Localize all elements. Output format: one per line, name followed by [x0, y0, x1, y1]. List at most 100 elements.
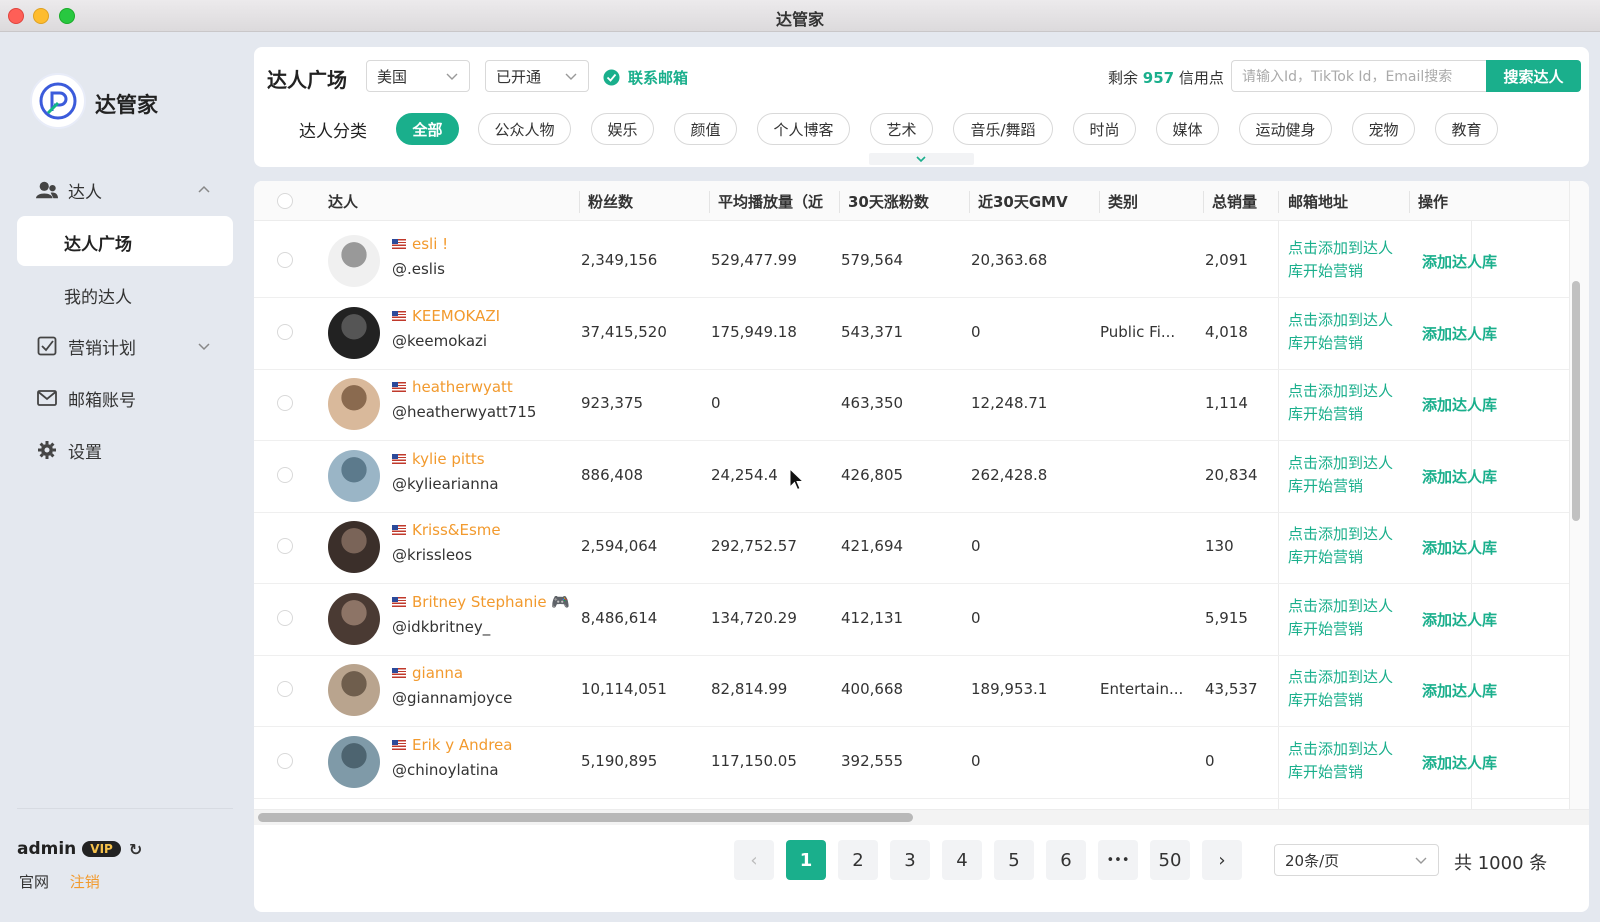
influencer-nickname[interactable]: kylie pitts: [392, 450, 485, 468]
nav-group-marketing[interactable]: 营销计划: [36, 332, 136, 360]
row-select-radio[interactable]: [277, 466, 293, 483]
official-site-link[interactable]: 官网: [19, 873, 49, 891]
add-to-library-button[interactable]: 添加达人库: [1422, 752, 1497, 773]
avatar[interactable]: [328, 235, 380, 287]
add-to-library-email-link[interactable]: 点击添加到达人库开始营销: [1288, 523, 1398, 569]
influencer-nickname[interactable]: esli !: [392, 235, 448, 253]
contact-email-checkbox[interactable]: 联系邮箱: [603, 67, 688, 88]
sidebar-item-my-influencers[interactable]: 我的达人: [64, 283, 132, 308]
nav-group-influencer[interactable]: 达人: [36, 176, 102, 204]
search-button[interactable]: 搜索达人: [1486, 60, 1581, 92]
search-input[interactable]: 请输入Id，TikTok Id，Email搜索: [1231, 60, 1486, 92]
us-flag-icon: [392, 596, 406, 607]
avatar[interactable]: [328, 306, 380, 359]
add-to-library-button[interactable]: 添加达人库: [1422, 251, 1497, 272]
col-influencer[interactable]: 达人: [328, 191, 358, 212]
category-all[interactable]: 全部: [396, 113, 459, 145]
page-ellipsis-button[interactable]: •••: [1098, 840, 1138, 880]
col-avg-views[interactable]: 平均播放量（近: [718, 191, 828, 212]
add-to-library-button[interactable]: 添加达人库: [1422, 466, 1497, 487]
add-to-library-email-link[interactable]: 点击添加到达人库开始营销: [1288, 237, 1398, 283]
gmv-cell: 0: [971, 608, 981, 627]
add-to-library-email-link[interactable]: 点击添加到达人库开始营销: [1288, 452, 1398, 498]
logout-link[interactable]: 注销: [70, 873, 100, 891]
avg-views-cell: 529,477.99: [711, 251, 797, 269]
next-page-button[interactable]: ›: [1202, 840, 1242, 880]
table-row: Erik y Andrea @chinoylatina 5,190,895 11…: [254, 726, 1569, 799]
col-30d-growth[interactable]: 30天涨粉数: [848, 191, 929, 212]
category-art[interactable]: 艺术: [870, 113, 933, 145]
category-education[interactable]: 教育: [1435, 113, 1498, 145]
avatar[interactable]: [328, 449, 380, 502]
page-button[interactable]: 6: [1046, 840, 1086, 880]
horizontal-scrollbar[interactable]: [258, 813, 913, 822]
col-followers[interactable]: 粉丝数: [588, 191, 633, 212]
sidebar-divider: [17, 808, 233, 809]
add-to-library-button[interactable]: 添加达人库: [1422, 394, 1497, 415]
influencer-nickname[interactable]: Britney Stephanie 🎮: [392, 593, 570, 611]
add-to-library-email-link[interactable]: 点击添加到达人库开始营销: [1288, 666, 1398, 712]
add-to-library-email-link[interactable]: 点击添加到达人库开始营销: [1288, 309, 1398, 355]
category-music-dance[interactable]: 音乐/舞蹈: [953, 113, 1053, 145]
category-pets[interactable]: 宠物: [1352, 113, 1415, 145]
select-all-radio[interactable]: [277, 193, 293, 209]
avatar[interactable]: [328, 664, 380, 716]
row-select-radio[interactable]: [277, 681, 293, 697]
avatar[interactable]: [328, 735, 380, 788]
category-blog[interactable]: 个人博客: [757, 113, 850, 145]
refresh-icon[interactable]: ↻: [129, 840, 142, 859]
status-select[interactable]: 已开通: [485, 60, 589, 92]
page-button[interactable]: 1: [786, 840, 826, 880]
row-select-radio[interactable]: [277, 538, 293, 554]
vertical-scrollbar[interactable]: [1572, 281, 1580, 521]
chevron-down-icon[interactable]: [196, 338, 212, 354]
add-to-library-button[interactable]: 添加达人库: [1422, 609, 1497, 630]
add-to-library-button[interactable]: 添加达人库: [1422, 680, 1497, 701]
prev-page-button[interactable]: ‹: [734, 840, 774, 880]
add-to-library-email-link[interactable]: 点击添加到达人库开始营销: [1288, 380, 1398, 426]
add-to-library-button[interactable]: 添加达人库: [1422, 323, 1497, 344]
col-30d-gmv[interactable]: 近30天GMV: [978, 191, 1068, 212]
influencer-nickname[interactable]: gianna: [392, 664, 463, 682]
avatar[interactable]: [328, 592, 380, 645]
window-titlebar: 达管家: [0, 0, 1600, 32]
category-public-figure[interactable]: 公众人物: [478, 113, 571, 145]
col-category[interactable]: 类别: [1108, 191, 1138, 212]
avatar[interactable]: [328, 521, 380, 573]
page-size-select[interactable]: 20条/页: [1274, 844, 1439, 876]
sidebar-item-plaza[interactable]: 达人广场: [64, 230, 132, 255]
expand-categories-toggle[interactable]: [869, 153, 974, 165]
category-fitness[interactable]: 运动健身: [1239, 113, 1332, 145]
nav-mail-accounts[interactable]: 邮箱账号: [36, 384, 136, 412]
page-button[interactable]: 3: [890, 840, 930, 880]
category-looks[interactable]: 颜值: [674, 113, 737, 145]
row-select-radio[interactable]: [277, 609, 293, 626]
nickname-text: esli !: [412, 235, 449, 253]
page-button[interactable]: 5: [994, 840, 1034, 880]
chevron-up-icon[interactable]: [196, 182, 212, 198]
influencer-nickname[interactable]: Erik y Andrea: [392, 736, 512, 754]
category-fashion[interactable]: 时尚: [1073, 113, 1136, 145]
category-media[interactable]: 媒体: [1156, 113, 1219, 145]
col-actions[interactable]: 操作: [1418, 191, 1448, 212]
page-button[interactable]: 2: [838, 840, 878, 880]
nav-settings[interactable]: 设置: [36, 436, 102, 464]
row-select-radio[interactable]: [277, 323, 293, 340]
avatar[interactable]: [328, 378, 380, 430]
influencer-nickname[interactable]: heatherwyatt: [392, 378, 513, 396]
row-select-radio[interactable]: [277, 395, 293, 411]
row-select-radio[interactable]: [277, 752, 293, 769]
col-total-sales[interactable]: 总销量: [1212, 191, 1257, 212]
col-email[interactable]: 邮箱地址: [1288, 191, 1348, 212]
category-entertainment[interactable]: 娱乐: [591, 113, 654, 145]
page-button[interactable]: 4: [942, 840, 982, 880]
influencer-nickname[interactable]: Kriss&Esme: [392, 521, 501, 539]
add-to-library-button[interactable]: 添加达人库: [1422, 537, 1497, 558]
influencer-nickname[interactable]: KEEMOKAZI: [392, 307, 500, 325]
add-to-library-email-link[interactable]: 点击添加到达人库开始营销: [1288, 595, 1398, 641]
page-button[interactable]: 50: [1150, 840, 1190, 880]
add-to-library-email-link[interactable]: 点击添加到达人库开始营销: [1288, 738, 1398, 784]
gmv-cell: 12,248.71: [971, 394, 1048, 412]
country-select[interactable]: 美国: [366, 60, 470, 92]
row-select-radio[interactable]: [277, 252, 293, 268]
